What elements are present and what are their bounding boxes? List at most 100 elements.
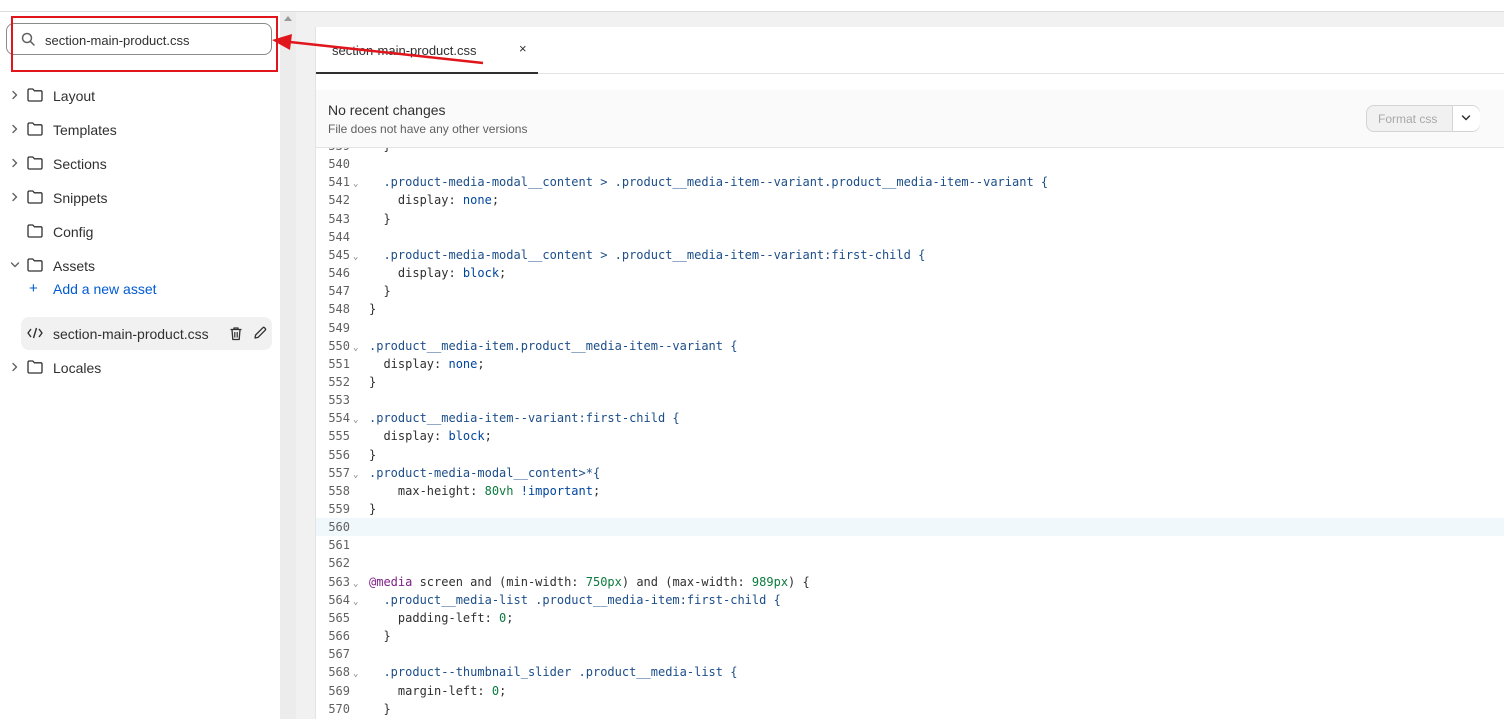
line-number: 551 — [328, 356, 350, 371]
code-line[interactable]: 545 ⌄ .product-media-modal__content > .pr… — [316, 246, 1504, 264]
chevron-right-icon[interactable] — [10, 192, 20, 202]
code-line[interactable]: 564 ⌄ .product__media-list .product__medi… — [316, 591, 1504, 609]
code-text: display: block; — [369, 266, 507, 281]
search-input[interactable] — [45, 30, 265, 50]
code-line[interactable]: 541 ⌄ .product-media-modal__content > .pr… — [316, 173, 1504, 191]
asset-file-row[interactable]: section-main-product.css — [21, 317, 272, 350]
sidebar-scrollbar[interactable] — [280, 12, 296, 719]
folder-sections[interactable]: Sections — [0, 150, 280, 178]
line-number: 569 — [328, 683, 350, 698]
scroll-up-arrow-icon[interactable] — [284, 16, 292, 21]
code-text: @media screen and (min-width: 750px) and… — [369, 574, 810, 589]
folder-config[interactable]: Config — [0, 218, 280, 246]
code-line[interactable]: 569 margin-left: 0; — [316, 682, 1504, 700]
tab-section-main-product[interactable]: section-main-product.css × — [316, 27, 538, 74]
code-line[interactable]: 570 } — [316, 700, 1504, 718]
format-css-button[interactable]: Format css — [1378, 112, 1437, 126]
code-line[interactable]: 546 display: block; — [316, 264, 1504, 282]
code-line[interactable]: 563 ⌄ @media screen and (min-width: 750px)… — [316, 573, 1504, 591]
line-number: 570 — [328, 701, 350, 716]
code-editor: section-main-product.css × No recent cha… — [315, 27, 1504, 719]
search-icon — [21, 32, 35, 46]
line-number: 554 — [328, 411, 350, 426]
chevron-right-icon[interactable] — [10, 362, 20, 372]
code-line[interactable]: 554 ⌄ .product__media-item--variant:first-… — [316, 409, 1504, 427]
pencil-icon[interactable] — [253, 326, 267, 340]
line-number: 565 — [328, 610, 350, 625]
code-line[interactable]: 568 ⌄ .product--thumbnail_slider .product… — [316, 663, 1504, 681]
code-line[interactable]: 543 } — [316, 210, 1504, 228]
close-icon[interactable]: × — [519, 41, 527, 56]
code-text: .product-media-modal__content>*{ — [369, 465, 601, 480]
code-line[interactable]: 539 } — [316, 148, 1504, 155]
chevron-down-icon[interactable] — [10, 260, 20, 270]
folder-snippets[interactable]: Snippets — [0, 184, 280, 212]
code-line[interactable]: 551 display: none; — [316, 355, 1504, 373]
code-text: } — [369, 447, 377, 462]
line-number: 556 — [328, 447, 350, 462]
code-text: margin-left: 0; — [369, 683, 507, 698]
code-text: .product-media-modal__content > .product… — [369, 175, 1049, 190]
code-line[interactable]: 548} — [316, 300, 1504, 318]
folder-assets[interactable]: Assets — [0, 252, 280, 280]
code-line[interactable]: 542 display: none; — [316, 191, 1504, 209]
code-line[interactable]: 556} — [316, 446, 1504, 464]
folder-icon — [27, 360, 43, 374]
code-line[interactable]: 540 — [316, 155, 1504, 173]
search-field[interactable] — [6, 23, 272, 55]
code-text: } — [369, 148, 390, 155]
code-line[interactable]: 560 — [316, 518, 1504, 537]
code-line[interactable]: 565 padding-left: 0; — [316, 609, 1504, 627]
code-line[interactable]: 557 ⌄ .product-media-modal__content>*{ — [316, 464, 1504, 482]
code-line[interactable]: 566 } — [316, 627, 1504, 645]
folder-layout[interactable]: Layout — [0, 82, 280, 110]
chevron-right-icon[interactable] — [10, 158, 20, 168]
line-number: 563 — [328, 574, 350, 589]
code-line[interactable]: 567 — [316, 645, 1504, 663]
line-number: 564 — [328, 592, 350, 607]
version-info-bar: No recent changes File does not have any… — [316, 90, 1504, 148]
code-line[interactable]: 561 — [316, 536, 1504, 554]
folder-locales[interactable]: Locales — [0, 354, 280, 382]
line-number: 542 — [328, 193, 350, 208]
code-text: } — [369, 211, 391, 226]
line-number: 552 — [328, 374, 350, 389]
code-text: display: block; — [369, 429, 492, 444]
code-line[interactable]: 547 } — [316, 282, 1504, 300]
code-line[interactable]: 550 ⌄ .product__media-item.product__media-… — [316, 337, 1504, 355]
line-number: 549 — [328, 320, 350, 335]
chevron-right-icon[interactable] — [10, 90, 20, 100]
code-area[interactable]: 539 } 540541⌄ .product-media-modal__conte… — [316, 148, 1504, 719]
folder-templates[interactable]: Templates — [0, 116, 280, 144]
line-number: 557 — [328, 465, 350, 480]
code-line[interactable]: 553 — [316, 391, 1504, 409]
code-text: } — [369, 629, 391, 644]
trash-icon[interactable] — [229, 326, 243, 341]
version-subtitle: File does not have any other versions — [328, 122, 528, 136]
code-line[interactable]: 559} — [316, 500, 1504, 518]
line-number: 567 — [328, 647, 350, 662]
code-line[interactable]: 549 — [316, 319, 1504, 337]
folder-label: Layout — [53, 88, 96, 104]
line-number: 561 — [328, 538, 350, 553]
code-line[interactable]: 555 display: block; — [316, 427, 1504, 445]
chevron-right-icon[interactable] — [10, 124, 20, 134]
line-number: 558 — [328, 483, 350, 498]
line-number: 559 — [328, 502, 350, 516]
code-text: .product__media-item.product__media-item… — [369, 338, 738, 353]
editor-tab-bar: section-main-product.css × — [316, 27, 1504, 74]
code-line[interactable]: 544 — [316, 228, 1504, 246]
folder-icon — [27, 156, 43, 170]
line-number: 541 — [328, 175, 350, 190]
folder-label: Templates — [53, 122, 117, 138]
code-line[interactable]: 558 max-height: 80vh !important; — [316, 482, 1504, 500]
code-line[interactable]: 552} — [316, 373, 1504, 391]
line-number: 539 — [316, 148, 350, 155]
code-text: .product--thumbnail_slider .product__med… — [369, 665, 738, 680]
format-dropdown-button[interactable] — [1453, 106, 1480, 131]
folder-label: Snippets — [53, 190, 108, 206]
code-line[interactable]: 562 — [316, 554, 1504, 572]
folder-icon — [27, 224, 43, 238]
line-number: 548 — [328, 302, 350, 317]
line-number: 560 — [328, 520, 350, 535]
